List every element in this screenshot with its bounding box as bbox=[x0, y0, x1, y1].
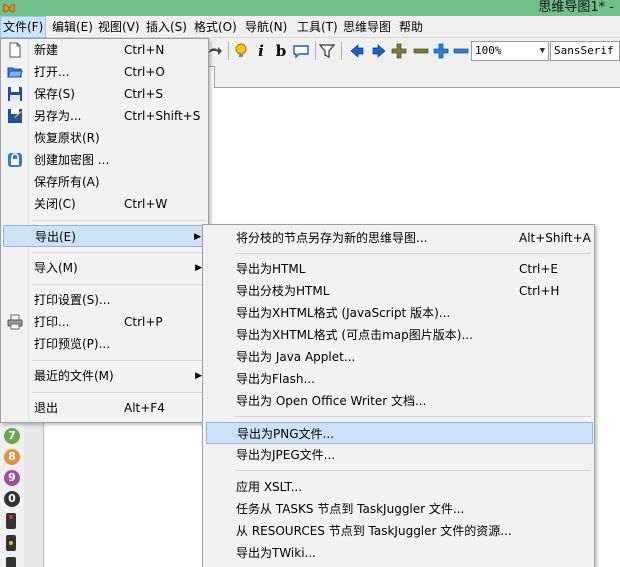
priority-0-icon[interactable]: 0 bbox=[4, 491, 20, 507]
printer-icon bbox=[7, 314, 23, 330]
menu-separator bbox=[32, 220, 206, 221]
menu-bar: 文件(F) 编辑(E) 视图(V) 插入(S) 格式(O) 导航(N) 工具(T… bbox=[0, 16, 620, 38]
save-as-icon bbox=[8, 109, 22, 123]
menu-separator bbox=[235, 253, 591, 254]
menu-separator bbox=[32, 360, 206, 361]
menu-item-print-preview[interactable]: 打印预览(P)... bbox=[3, 333, 206, 355]
font-select[interactable]: SansSerif bbox=[550, 41, 620, 61]
menu-help[interactable]: 帮助 bbox=[397, 16, 425, 38]
menu-item-new[interactable]: 新建 Ctrl+N bbox=[3, 39, 206, 61]
export-item-apply-xslt[interactable]: 应用 XSLT... bbox=[206, 476, 593, 498]
menu-item-revert[interactable]: 恢复原状(R) bbox=[3, 127, 206, 149]
toolbar-separator bbox=[315, 42, 316, 60]
menu-insert[interactable]: 插入(S) bbox=[144, 16, 189, 38]
menu-item-print[interactable]: 打印... Ctrl+P bbox=[3, 311, 206, 333]
menu-separator bbox=[235, 416, 591, 417]
menu-item-close[interactable]: 关闭(C) Ctrl+W bbox=[3, 193, 206, 215]
toolbar-separator bbox=[228, 42, 229, 60]
traffic-light-red-icon[interactable] bbox=[6, 513, 16, 529]
menu-item-export[interactable]: 导出(E) ▶ bbox=[3, 225, 206, 247]
menu-navigate[interactable]: 导航(N) bbox=[243, 16, 289, 38]
minus-olive-icon[interactable] bbox=[411, 41, 431, 61]
new-file-icon bbox=[9, 42, 21, 58]
open-folder-icon bbox=[7, 67, 23, 78]
menu-separator bbox=[32, 252, 206, 253]
toolbar-separator bbox=[341, 42, 342, 60]
plus-olive-icon[interactable] bbox=[389, 41, 409, 61]
font-value: SansSerif bbox=[554, 44, 614, 57]
export-item-openoffice-writer[interactable]: 导出为 Open Office Writer 文档... bbox=[206, 390, 593, 412]
export-item-taskjuggler-tasks[interactable]: 任务从 TASKS 节点到 TaskJuggler 文件... bbox=[206, 498, 593, 520]
menu-item-import[interactable]: 导入(M) ▶ bbox=[3, 257, 206, 279]
menu-item-save-as[interactable]: 另存为... Ctrl+Shift+S bbox=[3, 105, 206, 127]
menu-tools[interactable]: 工具(T) bbox=[295, 16, 340, 38]
save-disk-icon bbox=[8, 87, 22, 101]
filter-icon[interactable] bbox=[317, 41, 337, 61]
submenu-arrow-icon: ▶ bbox=[194, 232, 201, 242]
export-item-png[interactable]: 导出为PNG文件... bbox=[206, 422, 593, 444]
export-item-java-applet[interactable]: 导出为 Java Applet... bbox=[206, 346, 593, 368]
menu-item-recent-files[interactable]: 最近的文件(M) ▶ bbox=[3, 365, 206, 387]
export-item-xhtml-clickable-map[interactable]: 导出为XHTML格式 (可点击map图片版本)... bbox=[206, 324, 593, 346]
export-submenu: 将分枝的节点另存为新的思维导图... Alt+Shift+A 导出为HTML C… bbox=[202, 224, 595, 567]
menu-separator bbox=[32, 392, 206, 393]
traffic-light-green-icon[interactable] bbox=[6, 557, 16, 567]
menu-item-exit[interactable]: 退出 Alt+F4 bbox=[3, 397, 206, 419]
window-title: 思维导图1* - bbox=[538, 0, 614, 15]
export-item-flash[interactable]: 导出为Flash... bbox=[206, 368, 593, 390]
butterfly-app-icon bbox=[3, 3, 15, 13]
menu-view[interactable]: 视图(V) bbox=[96, 16, 142, 38]
export-item-branch-as-new-map[interactable]: 将分枝的节点另存为新的思维导图... Alt+Shift+A bbox=[206, 227, 593, 249]
menu-format[interactable]: 格式(O) bbox=[192, 16, 239, 38]
toolbar: i b 100% ▼ SansSerif bbox=[205, 38, 620, 64]
bold-icon[interactable]: b bbox=[271, 41, 291, 61]
export-item-branch-html[interactable]: 导出分枝为HTML Ctrl+H bbox=[206, 280, 593, 302]
map-tab-strip bbox=[205, 64, 620, 88]
title-bar: 思维导图1* - bbox=[0, 0, 620, 16]
zoom-value: 100% bbox=[475, 44, 502, 57]
lightbulb-icon[interactable] bbox=[231, 41, 251, 61]
arrow-left-icon[interactable] bbox=[347, 41, 367, 61]
submenu-arrow-icon: ▶ bbox=[195, 371, 202, 381]
export-item-jpeg[interactable]: 导出为JPEG文件... bbox=[206, 444, 593, 466]
traffic-light-yellow-icon[interactable] bbox=[6, 535, 16, 551]
menu-separator bbox=[235, 470, 591, 471]
menu-item-print-setup[interactable]: 打印设置(S)... bbox=[3, 289, 206, 311]
priority-8-icon[interactable]: 8 bbox=[4, 449, 20, 465]
priority-9-icon[interactable]: 9 bbox=[4, 470, 20, 486]
note-bubble-icon[interactable] bbox=[291, 41, 311, 61]
menu-file[interactable]: 文件(F) bbox=[0, 16, 47, 38]
export-item-taskjuggler-resources[interactable]: 从 RESOURCES 节点到 TaskJuggler 文件的资源... bbox=[206, 520, 593, 542]
menu-item-save[interactable]: 保存(S) Ctrl+S bbox=[3, 83, 206, 105]
priority-7-icon[interactable]: 7 bbox=[4, 428, 20, 444]
menu-edit[interactable]: 编辑(E) bbox=[50, 16, 95, 38]
menu-item-save-all[interactable]: 保存所有(A) bbox=[3, 171, 206, 193]
file-menu: 新建 Ctrl+N 打开... Ctrl+O 保存(S) Ctrl+S 另存为.… bbox=[0, 38, 209, 423]
menu-item-create-encrypted[interactable]: 创建加密图 ... bbox=[3, 149, 206, 171]
lock-icon bbox=[8, 153, 22, 167]
zoom-out-icon[interactable] bbox=[451, 41, 471, 61]
arrow-right-icon[interactable] bbox=[369, 41, 389, 61]
menu-item-open[interactable]: 打开... Ctrl+O bbox=[3, 61, 206, 83]
zoom-select[interactable]: 100% ▼ bbox=[471, 41, 549, 61]
chevron-down-icon: ▼ bbox=[539, 46, 545, 56]
export-item-html[interactable]: 导出为HTML Ctrl+E bbox=[206, 258, 593, 280]
export-item-twiki[interactable]: 导出为TWiki... bbox=[206, 542, 593, 564]
export-item-xhtml-javascript[interactable]: 导出为XHTML格式 (JavaScript 版本)... bbox=[206, 302, 593, 324]
zoom-in-icon[interactable] bbox=[431, 41, 451, 61]
italic-icon[interactable]: i bbox=[251, 41, 271, 61]
submenu-arrow-icon: ▶ bbox=[195, 263, 202, 273]
menu-separator bbox=[32, 284, 206, 285]
menu-mindmap[interactable]: 思维导图 bbox=[341, 16, 393, 38]
